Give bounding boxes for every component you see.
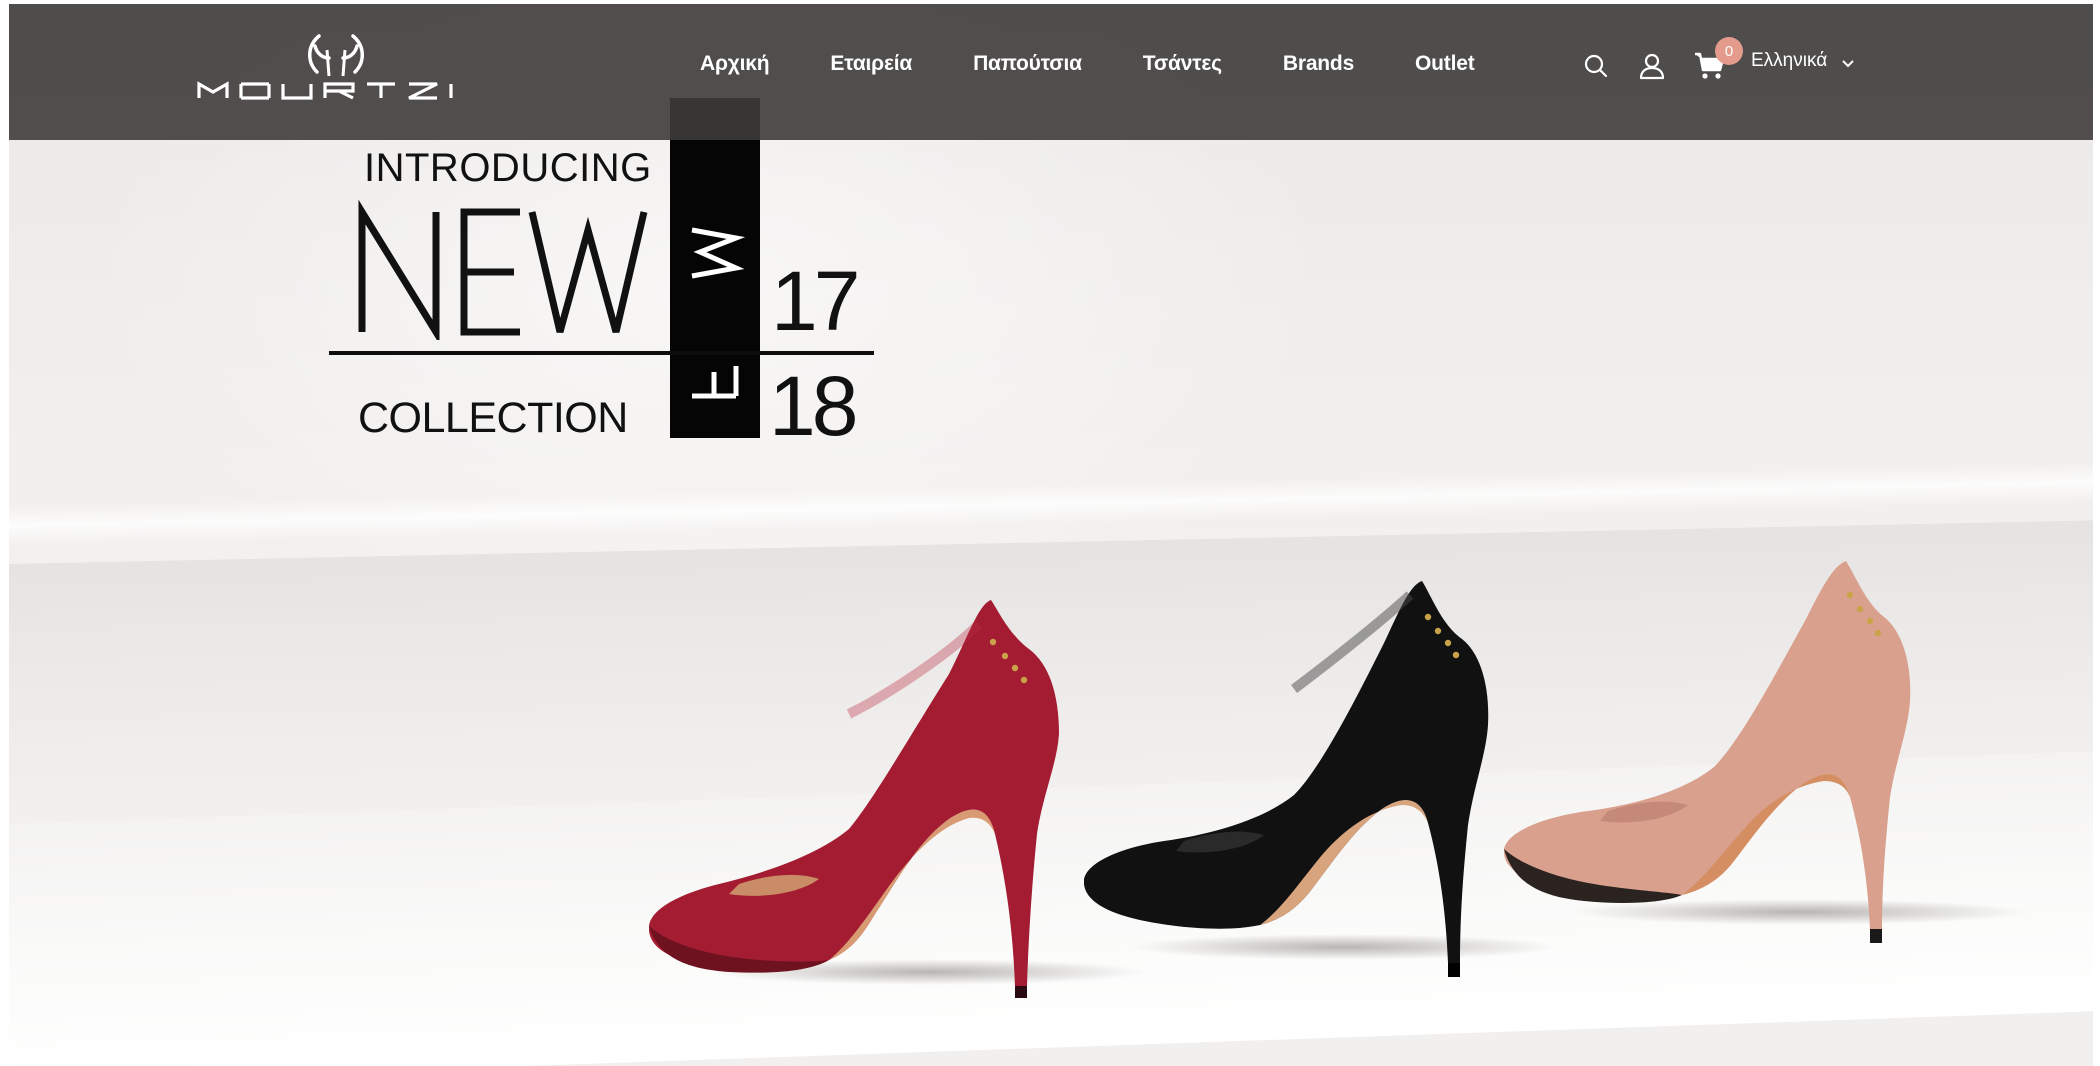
- hero-subline-text: COLLECTION: [358, 394, 628, 442]
- main-nav: Αρχική Εταιρεία Παπούτσια Τσάντες Brands…: [700, 4, 1475, 124]
- nav-item-bags[interactable]: Τσάντες: [1143, 52, 1222, 76]
- nav-item-company[interactable]: Εταιρεία: [830, 52, 912, 76]
- search-button[interactable]: [1579, 49, 1613, 83]
- account-button[interactable]: [1635, 49, 1669, 83]
- season-bar: [670, 98, 760, 438]
- page: INTRODUCING COLLECTION 17 18 Αρχική Εται…: [9, 4, 2093, 1066]
- language-selector[interactable]: Ελληνικά: [1751, 50, 1855, 72]
- nude-pump-shoe: [1504, 561, 1911, 943]
- hero-banner[interactable]: INTRODUCING COLLECTION 17 18: [9, 4, 2093, 1066]
- hero-headline-new: [358, 200, 648, 340]
- season-letters-fw: [691, 227, 746, 399]
- nav-item-shoes[interactable]: Παπούτσια: [973, 52, 1082, 76]
- black-pump-shoe: [1084, 581, 1489, 977]
- hero-divider: [329, 351, 874, 355]
- hero-intro-text: INTRODUCING: [364, 146, 652, 190]
- site-header: Αρχική Εταιρεία Παπούτσια Τσάντες Brands…: [9, 4, 2093, 140]
- mourtzi-logo[interactable]: [189, 28, 489, 108]
- user-icon: [1639, 53, 1665, 80]
- year-top: 17: [771, 254, 860, 348]
- year-bottom: 18: [769, 359, 858, 453]
- chevron-down-icon: [1842, 60, 1854, 68]
- nav-item-home[interactable]: Αρχική: [700, 52, 770, 76]
- nav-item-outlet[interactable]: Outlet: [1415, 52, 1475, 76]
- language-label: Ελληνικά: [1751, 50, 1828, 71]
- header-tools: 0 Ελληνικά: [1579, 36, 1855, 96]
- cart-button[interactable]: 0: [1693, 37, 1743, 83]
- cart-count-badge: 0: [1715, 37, 1743, 65]
- red-pump-shoe: [649, 600, 1059, 998]
- search-icon: [1584, 54, 1608, 78]
- nav-item-brands[interactable]: Brands: [1283, 52, 1354, 76]
